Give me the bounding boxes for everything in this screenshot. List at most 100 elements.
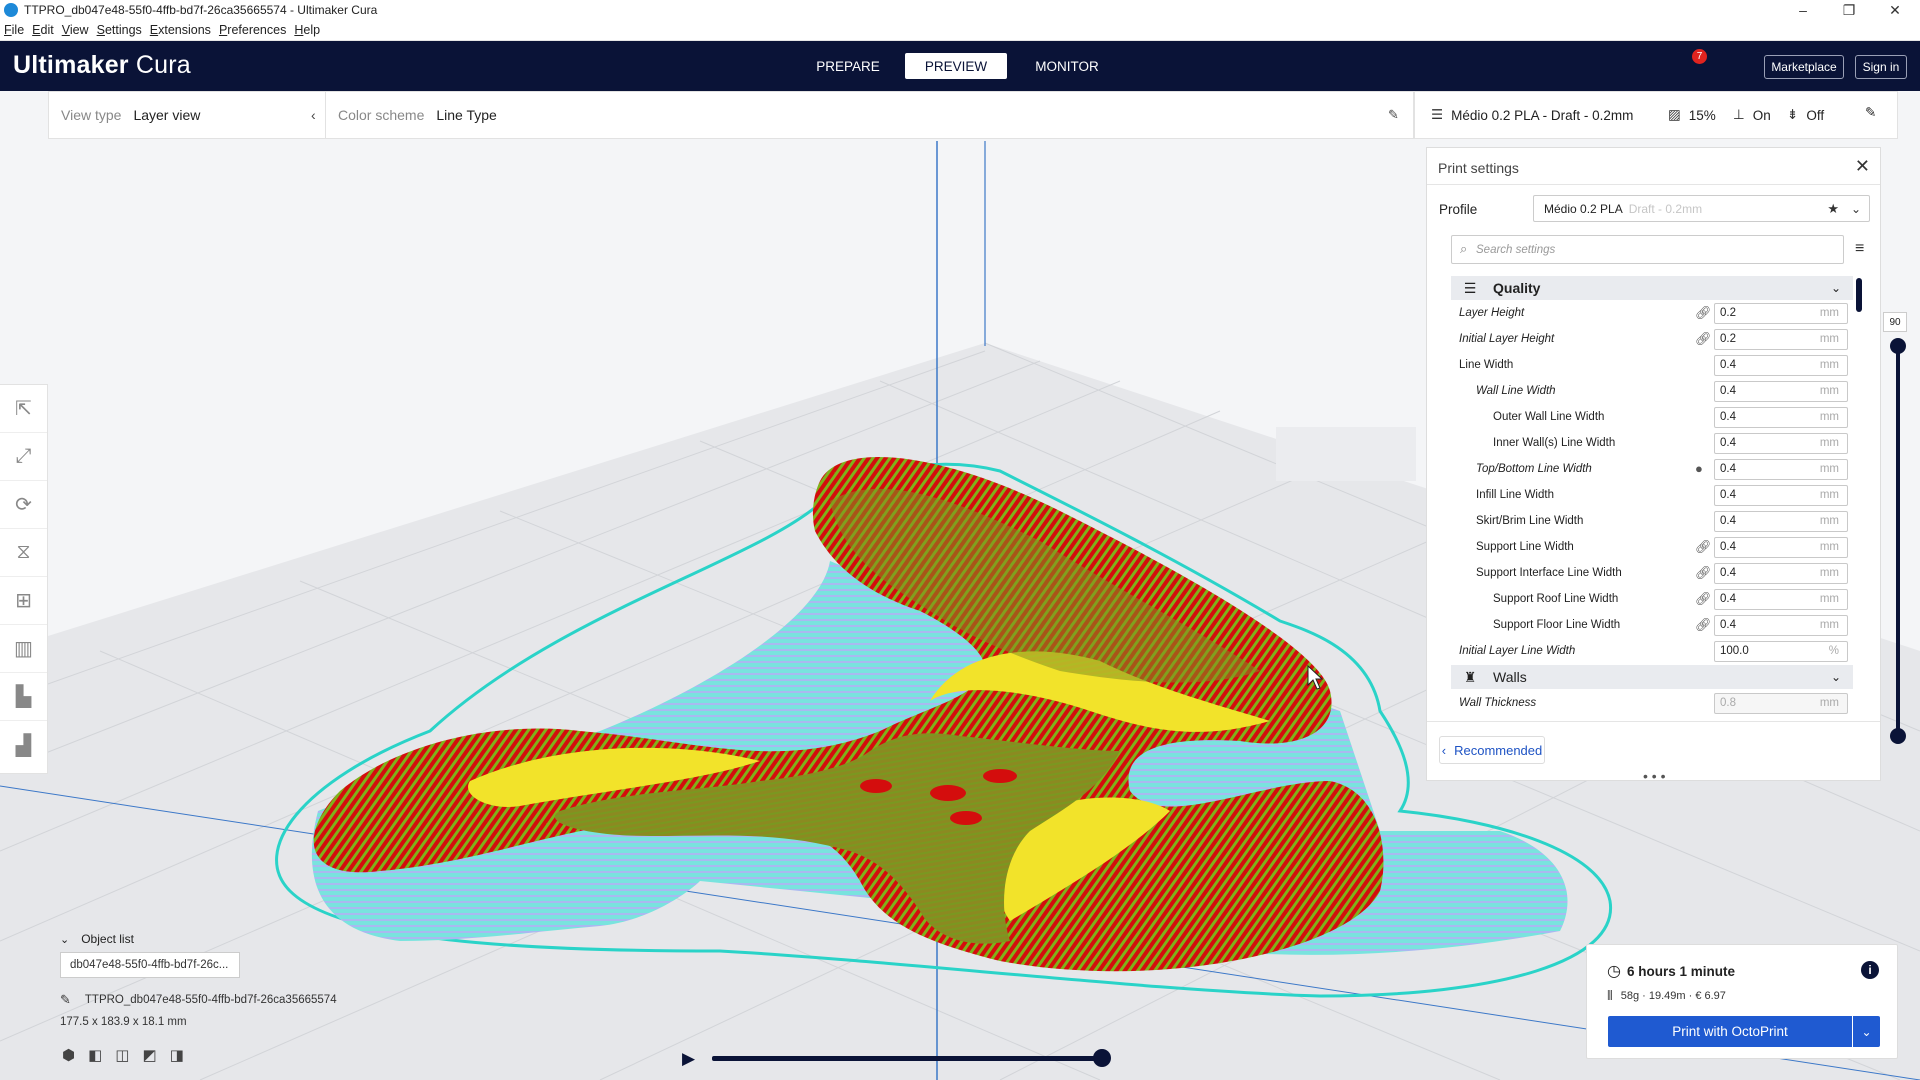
setting-label: Inner Wall(s) Line Width xyxy=(1493,437,1616,449)
object-list-toggle[interactable]: ⌄ Object list xyxy=(60,932,134,946)
category-walls[interactable]: ♜ Walls ⌄ xyxy=(1451,665,1853,689)
tab-prepare[interactable]: PREPARE xyxy=(803,53,893,79)
setting-input[interactable]: 0.4 mm xyxy=(1714,381,1848,402)
setting-input[interactable]: 0.4 mm xyxy=(1714,355,1848,376)
move-tool-icon[interactable]: ⇱ xyxy=(0,385,47,433)
support-blocker-icon[interactable]: ▥ xyxy=(0,625,47,673)
layer-slider-track[interactable] xyxy=(1896,344,1900,736)
play-simulation-icon[interactable]: ▶ xyxy=(682,1049,695,1069)
support-value: On xyxy=(1752,107,1771,123)
setting-input[interactable]: 0.4 mm xyxy=(1714,615,1848,636)
setting-input[interactable]: 0.2 mm xyxy=(1714,329,1848,350)
front-view-icon[interactable]: ◧ xyxy=(88,1046,102,1064)
profile-summary-text: Médio 0.2 PLA - Draft - 0.2mm xyxy=(1451,107,1634,123)
object-name: TTPRO_db047e48-55f0-4ffb-bd7f-26ca356655… xyxy=(84,994,337,1006)
color-scheme-selector[interactable]: Color scheme Line Type ✎ xyxy=(338,92,1408,138)
close-window-button[interactable]: ✕ xyxy=(1872,0,1918,20)
minimize-button[interactable]: – xyxy=(1780,0,1826,20)
tab-monitor[interactable]: MONITOR xyxy=(1022,53,1112,79)
edit-settings-pencil-icon[interactable]: ✎ xyxy=(1865,105,1876,121)
setting-input[interactable]: 0.4 mm xyxy=(1714,459,1848,480)
setting-input[interactable]: 0.2 mm xyxy=(1714,303,1848,324)
recommended-button[interactable]: ‹ Recommended xyxy=(1439,736,1545,764)
panel-resize-handle[interactable]: • • • xyxy=(1643,768,1665,784)
menu-file[interactable]: File xyxy=(0,23,28,37)
link-icon[interactable]: 🔗︎ xyxy=(1695,565,1712,581)
setting-unit: mm xyxy=(1819,541,1839,553)
view-type-selector[interactable]: View type Layer view ‹ xyxy=(61,92,323,138)
layer-number-field[interactable]: 90 xyxy=(1883,312,1907,332)
setting-row-infill-line-width: Infill Line Width 0.4 mm xyxy=(1451,483,1853,509)
maximize-button[interactable]: ❐ xyxy=(1826,0,1872,20)
setting-value: 100.0 xyxy=(1720,645,1749,657)
setting-input[interactable]: 0.4 mm xyxy=(1714,485,1848,506)
menu-extensions[interactable]: Extensions xyxy=(146,23,215,37)
sign-in-button[interactable]: Sign in xyxy=(1855,55,1907,79)
quality-icon: ☰ xyxy=(1463,279,1477,296)
setting-input[interactable]: 0.4 mm xyxy=(1714,511,1848,532)
setting-input[interactable]: 0.4 mm xyxy=(1714,563,1848,584)
marketplace-button[interactable]: Marketplace xyxy=(1764,55,1844,79)
settings-visibility-menu-icon[interactable]: ≡ xyxy=(1855,240,1864,258)
setting-input[interactable]: 0.8 mm xyxy=(1714,693,1848,714)
setting-input[interactable]: 0.4 mm xyxy=(1714,589,1848,610)
setting-row-wall-thickness: Wall Thickness 0.8 mm xyxy=(1451,691,1853,717)
setting-input[interactable]: 0.4 mm xyxy=(1714,407,1848,428)
link-icon[interactable]: 🔗︎ xyxy=(1695,617,1712,633)
setting-row-support-floor-line-width: Support Floor Line Width 🔗︎ 0.4 mm xyxy=(1451,613,1853,639)
category-quality[interactable]: ☰ Quality ⌄ xyxy=(1451,276,1853,300)
info-icon[interactable]: i xyxy=(1861,961,1879,979)
setting-unit: mm xyxy=(1819,567,1839,579)
tool-extra-icon[interactable]: ▟ xyxy=(0,721,47,769)
collapse-chevron-left-icon[interactable]: ‹ xyxy=(311,107,316,123)
view-type-value: Layer view xyxy=(133,107,201,123)
mirror-tool-icon[interactable]: ⧖ xyxy=(0,529,47,577)
print-with-octoprint-button[interactable]: Print with OctoPrint xyxy=(1608,1016,1852,1047)
info-circle-icon[interactable]: ● xyxy=(1695,461,1703,476)
ultimaker-cura-logo: Ultimaker Cura xyxy=(13,51,191,80)
menu-edit[interactable]: Edit xyxy=(28,23,58,37)
top-view-icon[interactable]: ◫ xyxy=(115,1046,129,1064)
menu-view[interactable]: View xyxy=(58,23,93,37)
link-icon[interactable]: 🔗︎ xyxy=(1695,305,1712,321)
print-setup-selector[interactable]: ☰ Médio 0.2 PLA - Draft - 0.2mm ▨ 15% ⊥ … xyxy=(1414,91,1898,139)
setting-value: 0.4 xyxy=(1720,515,1736,527)
edit-pencil-icon[interactable]: ✎ xyxy=(1388,107,1399,123)
setting-input[interactable]: 0.4 mm xyxy=(1714,433,1848,454)
right-view-icon[interactable]: ◨ xyxy=(170,1046,184,1064)
setting-value: 0.2 xyxy=(1720,307,1736,319)
setting-unit: mm xyxy=(1819,359,1839,371)
link-icon[interactable]: 🔗︎ xyxy=(1695,591,1712,607)
scale-tool-icon[interactable]: ⤢ xyxy=(0,433,47,481)
menu-help[interactable]: Help xyxy=(290,23,324,37)
rotate-tool-icon[interactable]: ⟳ xyxy=(0,481,47,529)
setting-label: Support Floor Line Width xyxy=(1493,619,1621,631)
edit-name-pencil-icon[interactable]: ✎ xyxy=(60,992,71,1008)
tool-placeholder-icon[interactable]: ▙ xyxy=(0,673,47,721)
tab-preview[interactable]: PREVIEW xyxy=(905,53,1007,79)
setting-input[interactable]: 0.4 mm xyxy=(1714,537,1848,558)
print-options-chevron-down-icon[interactable]: ⌄ xyxy=(1853,1016,1880,1047)
window-title: TTPRO_db047e48-55f0-4ffb-bd7f-26ca356655… xyxy=(24,3,378,17)
profile-summary: ☰ Médio 0.2 PLA - Draft - 0.2mm xyxy=(1431,107,1633,123)
setting-row-support-interface-line-width: Support Interface Line Width 🔗︎ 0.4 mm xyxy=(1451,561,1853,587)
left-view-icon[interactable]: ◩ xyxy=(142,1046,156,1064)
profile-dropdown[interactable]: Médio 0.2 PLA Draft - 0.2mm ★ ⌄ xyxy=(1533,195,1870,222)
object-list-item[interactable]: db047e48-55f0-4ffb-bd7f-26c... xyxy=(60,952,240,978)
3d-view-icon[interactable]: ⬢ xyxy=(62,1046,75,1064)
path-slider-track[interactable] xyxy=(712,1056,1102,1061)
per-model-settings-icon[interactable]: ⊞ xyxy=(0,577,47,625)
search-settings-input[interactable] xyxy=(1451,235,1844,264)
close-panel-icon[interactable]: ✕ xyxy=(1855,156,1870,177)
path-slider-handle[interactable] xyxy=(1093,1049,1111,1067)
layer-slider-bottom-handle[interactable] xyxy=(1890,728,1906,744)
menu-settings[interactable]: Settings xyxy=(93,23,146,37)
setting-input[interactable]: 100.0% xyxy=(1714,641,1848,662)
favorite-star-icon[interactable]: ★ xyxy=(1827,201,1839,217)
infill-value: 15% xyxy=(1688,107,1716,123)
menu-preferences[interactable]: Preferences xyxy=(215,23,290,37)
layer-slider-top-handle[interactable] xyxy=(1890,338,1906,354)
link-icon[interactable]: 🔗︎ xyxy=(1695,331,1712,347)
settings-scrollbar[interactable] xyxy=(1856,278,1862,312)
link-icon[interactable]: 🔗︎ xyxy=(1695,539,1712,555)
